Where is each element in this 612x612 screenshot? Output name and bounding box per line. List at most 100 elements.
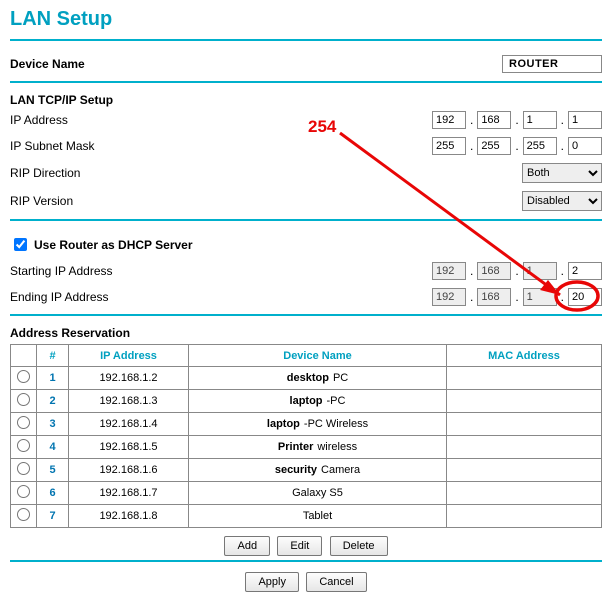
table-row: 3192.168.1.4laptop-PC Wireless [11, 413, 602, 436]
row-device: securityCamera [189, 459, 447, 482]
row-device: laptop-PC Wireless [189, 413, 447, 436]
dhcp-start-row: Starting IP Address . . . [10, 258, 602, 284]
row-ip: 192.168.1.4 [69, 413, 189, 436]
ip-oct-3[interactable] [523, 111, 557, 129]
row-ip: 192.168.1.7 [69, 482, 189, 505]
apply-button[interactable]: Apply [245, 572, 299, 592]
reservation-table: # IP Address Device Name MAC Address 119… [10, 344, 602, 528]
dot: . [468, 264, 475, 278]
row-number: 6 [37, 482, 69, 505]
row-select-radio[interactable] [17, 485, 30, 498]
rip-direction-row: RIP Direction Both [10, 159, 602, 187]
subnet-oct-2[interactable] [477, 137, 511, 155]
dot: . [468, 113, 475, 127]
col-device: Device Name [189, 345, 447, 367]
subnet-oct-1[interactable] [432, 137, 466, 155]
row-device: Tablet [189, 505, 447, 528]
dot: . [513, 290, 520, 304]
divider [10, 560, 602, 562]
row-ip: 192.168.1.6 [69, 459, 189, 482]
rip-direction-label: RIP Direction [10, 166, 352, 180]
divider [10, 219, 602, 221]
dhcp-checkbox[interactable] [14, 238, 27, 251]
row-mac [447, 390, 602, 413]
dot: . [513, 264, 520, 278]
dhcp-end-label: Ending IP Address [10, 290, 352, 304]
dot: . [559, 264, 566, 278]
rip-version-label: RIP Version [10, 194, 352, 208]
row-number: 3 [37, 413, 69, 436]
edit-button[interactable]: Edit [277, 536, 322, 556]
device-name-input[interactable] [502, 55, 602, 73]
row-ip: 192.168.1.2 [69, 367, 189, 390]
dot: . [468, 139, 475, 153]
dot: . [513, 139, 520, 153]
dhcp-start-label: Starting IP Address [10, 264, 352, 278]
row-number: 1 [37, 367, 69, 390]
row-number: 2 [37, 390, 69, 413]
col-mac: MAC Address [447, 345, 602, 367]
dhcp-end-oct-4[interactable] [568, 288, 602, 306]
dhcp-start-oct-4[interactable] [568, 262, 602, 280]
dot: . [559, 290, 566, 304]
ip-oct-1[interactable] [432, 111, 466, 129]
subnet-oct-4[interactable] [568, 137, 602, 155]
row-device: Galaxy S5 [189, 482, 447, 505]
cancel-button[interactable]: Cancel [306, 572, 366, 592]
row-select-radio[interactable] [17, 416, 30, 429]
row-mac [447, 413, 602, 436]
device-name-row: Device Name [10, 51, 602, 77]
row-number: 7 [37, 505, 69, 528]
row-select-radio[interactable] [17, 462, 30, 475]
ip-oct-4[interactable] [568, 111, 602, 129]
table-row: 7192.168.1.8Tablet [11, 505, 602, 528]
table-row: 6192.168.1.7Galaxy S5 [11, 482, 602, 505]
tcpip-header: LAN TCP/IP Setup [10, 93, 602, 107]
row-mac [447, 505, 602, 528]
add-button[interactable]: Add [224, 536, 270, 556]
form-buttons: Apply Cancel [10, 572, 602, 592]
divider [10, 39, 602, 41]
table-row: 2192.168.1.3laptop-PC [11, 390, 602, 413]
rip-version-select[interactable]: Disabled [522, 191, 602, 211]
dhcp-checkbox-row: Use Router as DHCP Server [10, 231, 602, 258]
row-device: laptop-PC [189, 390, 447, 413]
ip-oct-2[interactable] [477, 111, 511, 129]
rip-direction-select[interactable]: Both [522, 163, 602, 183]
col-select [11, 345, 37, 367]
rip-version-row: RIP Version Disabled [10, 187, 602, 215]
row-number: 4 [37, 436, 69, 459]
dhcp-checkbox-label: Use Router as DHCP Server [34, 238, 193, 252]
ip-address-label: IP Address [10, 113, 352, 127]
delete-button[interactable]: Delete [330, 536, 388, 556]
table-row: 4192.168.1.5Printerwireless [11, 436, 602, 459]
row-ip: 192.168.1.5 [69, 436, 189, 459]
subnet-row: IP Subnet Mask . . . [10, 133, 602, 159]
dhcp-start-oct-3 [523, 262, 557, 280]
row-mac [447, 436, 602, 459]
divider [10, 81, 602, 83]
row-select-radio[interactable] [17, 508, 30, 521]
reservation-buttons: Add Edit Delete [10, 536, 602, 556]
subnet-oct-3[interactable] [523, 137, 557, 155]
reservation-header: Address Reservation [10, 326, 602, 340]
dhcp-end-oct-2 [477, 288, 511, 306]
row-select-radio[interactable] [17, 439, 30, 452]
dhcp-end-oct-1 [432, 288, 466, 306]
row-mac [447, 367, 602, 390]
dhcp-start-oct-1 [432, 262, 466, 280]
divider [10, 314, 602, 316]
table-row: 5192.168.1.6securityCamera [11, 459, 602, 482]
col-ip: IP Address [69, 345, 189, 367]
subnet-label: IP Subnet Mask [10, 139, 352, 153]
col-num: # [37, 345, 69, 367]
device-name-label: Device Name [10, 57, 352, 71]
row-select-radio[interactable] [17, 393, 30, 406]
row-number: 5 [37, 459, 69, 482]
row-select-radio[interactable] [17, 370, 30, 383]
page-title: LAN Setup [10, 8, 602, 31]
dot: . [513, 113, 520, 127]
dhcp-end-oct-3 [523, 288, 557, 306]
dhcp-start-oct-2 [477, 262, 511, 280]
row-ip: 192.168.1.3 [69, 390, 189, 413]
